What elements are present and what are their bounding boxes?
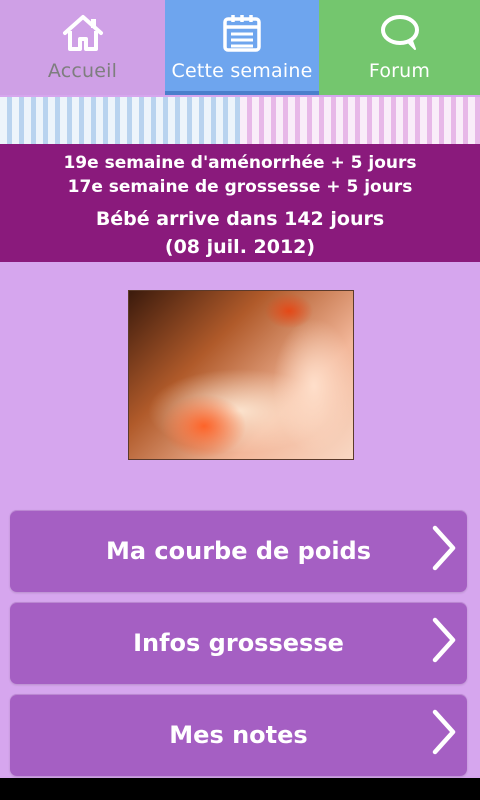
tab-accueil-label: Accueil [47,60,118,82]
tab-forum-label: Forum [368,60,431,82]
tab-forum[interactable]: Forum [319,0,480,95]
tab-cette-semaine[interactable]: Cette semaine [165,0,319,95]
pregnancy-week-text: 17e semaine de grossesse + 5 jours [67,177,413,197]
tab-bar: Accueil Cette semaine Forum [0,0,480,95]
system-bottom-bar [0,778,480,800]
due-date-text: (08 juil. 2012) [164,236,316,258]
calendar-icon [222,12,262,54]
pregnancy-info-label: Infos grossesse [133,629,344,657]
pregnancy-info-button[interactable]: Infos grossesse [10,602,467,684]
chat-bubble-icon [379,12,421,54]
chevron-right-icon [431,709,457,761]
home-icon [61,12,105,54]
my-notes-button[interactable]: Mes notes [10,694,467,776]
tab-cette-semaine-label: Cette semaine [171,60,313,82]
my-notes-label: Mes notes [169,721,308,749]
weight-curve-button[interactable]: Ma courbe de poids [10,510,467,592]
fetus-week-image [128,290,354,460]
pregnancy-info-banner: 19e semaine d'aménorrhée + 5 jours 17e s… [0,144,480,262]
days-remaining-text: Bébé arrive dans 142 jours [95,208,385,230]
chevron-right-icon [431,617,457,669]
chevron-right-icon [431,525,457,577]
weight-curve-label: Ma courbe de poids [105,537,372,565]
pregnancy-timeline [0,97,480,144]
timeline-week-ticks [0,97,480,144]
amenorrhea-week-text: 19e semaine d'aménorrhée + 5 jours [63,153,417,173]
tab-accueil[interactable]: Accueil [0,0,165,95]
